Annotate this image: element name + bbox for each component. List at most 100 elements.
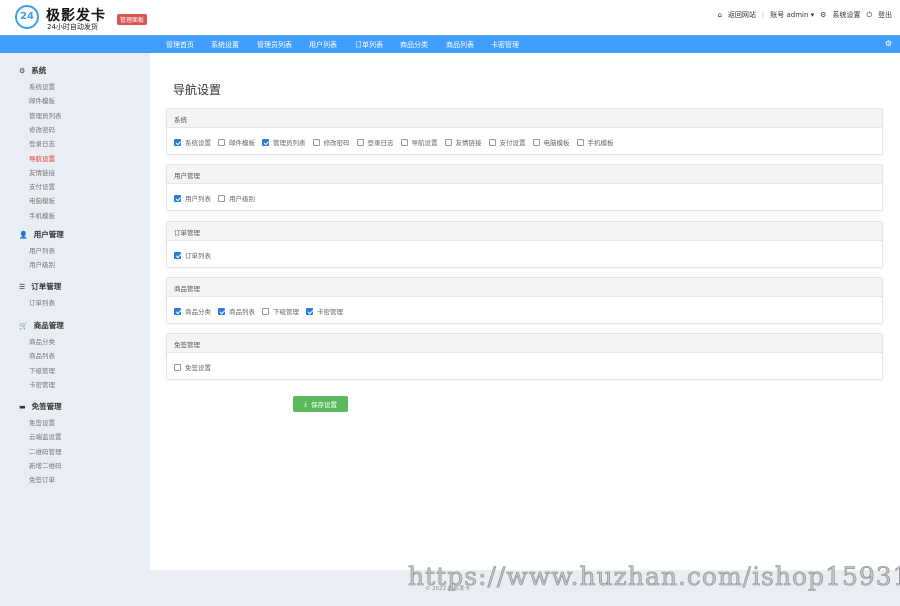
sidebar-item[interactable]: 修改密码: [29, 124, 55, 134]
sidebar-item[interactable]: 云端监设置: [29, 431, 62, 441]
nav-item[interactable]: 订单列表: [355, 40, 383, 50]
sidebar-item[interactable]: 下级管理: [29, 365, 55, 375]
nav-option-checkbox[interactable]: 商品分类: [174, 306, 211, 316]
panel-body: 商品分类 商品列表 下级管理 卡密管理: [167, 297, 882, 325]
checkbox-label: 商品列表: [229, 308, 255, 316]
nav-item[interactable]: 商品列表: [446, 40, 474, 50]
checkbox-label: 修改密码: [323, 139, 350, 147]
sidebar-item[interactable]: 商品分类: [29, 336, 55, 346]
checkbox[interactable]: [174, 194, 181, 202]
panel-body: 系统设置 邮件模板 管理员列表 修改密码 登录日志 导航设置 友情链接 支付设置 电脑模板 手机模…: [167, 128, 882, 156]
checkbox[interactable]: [356, 138, 364, 146]
settings-panel: 免签管理 免签设置: [166, 333, 883, 380]
sidebar-item[interactable]: 导航设置: [29, 153, 55, 163]
settings-link[interactable]: 系统设置: [832, 10, 860, 20]
checkbox-label: 友情链接: [455, 139, 482, 147]
nav-option-checkbox[interactable]: 支付设置: [488, 137, 526, 147]
nav-item[interactable]: 卡密管理: [491, 40, 519, 50]
sidebar-item[interactable]: 免签设置: [29, 417, 55, 427]
sidebar-item[interactable]: 登录日志: [29, 138, 55, 148]
nav-option-checkbox[interactable]: 邮件模板: [218, 137, 255, 147]
sidebar-item[interactable]: 二维码管理: [29, 446, 62, 456]
nav-option-checkbox[interactable]: 系统设置: [174, 137, 211, 147]
gear-icon[interactable]: ⚙: [885, 39, 892, 48]
sidebar-item[interactable]: 新增二维码: [29, 460, 62, 470]
nav-option-checkbox[interactable]: 订单列表: [174, 250, 211, 260]
checkbox[interactable]: [218, 307, 225, 315]
save-button[interactable]: ⤓ 保存设置: [293, 396, 348, 412]
checkbox[interactable]: [174, 138, 181, 146]
nav-option-checkbox[interactable]: 导航设置: [400, 137, 438, 147]
checkbox[interactable]: [218, 138, 225, 146]
checkbox-label: 登录日志: [367, 139, 394, 147]
sidebar-item[interactable]: 系统设置: [29, 81, 55, 91]
checkbox[interactable]: [262, 307, 269, 315]
sidebar-item[interactable]: 免签订单: [29, 474, 55, 484]
account-dropdown[interactable]: 账号 admin ▾: [770, 10, 814, 20]
checkbox[interactable]: [532, 138, 540, 146]
sidebar-item[interactable]: 友情链接: [29, 167, 55, 177]
nav-item[interactable]: 用户列表: [309, 40, 337, 50]
checkbox-label: 商品分类: [185, 308, 211, 316]
nav-option-checkbox[interactable]: 修改密码: [312, 137, 350, 147]
nav-item[interactable]: 管理首页: [166, 40, 194, 50]
brand-slogan: 24小时自动发货: [47, 23, 98, 31]
panel-title: 系统: [167, 109, 882, 128]
gear-icon: ⚙: [19, 66, 26, 75]
nav-option-checkbox[interactable]: 管理员列表: [262, 137, 306, 147]
nav-option-checkbox[interactable]: 用户列表: [174, 193, 211, 203]
nav-option-checkbox[interactable]: 下级管理: [262, 306, 299, 316]
return-site-link[interactable]: 返回网站: [728, 10, 756, 20]
checkbox[interactable]: [174, 251, 181, 259]
gear-icon: ⚙: [820, 11, 827, 19]
nav-option-checkbox[interactable]: 登录日志: [356, 137, 394, 147]
nav-option-checkbox[interactable]: 手机模板: [576, 137, 614, 147]
sidebar-group: ☰ 订单管理: [19, 281, 61, 292]
checkbox[interactable]: [488, 138, 496, 146]
sidebar: ⚙ 系统系统设置邮件模板管理员列表修改密码登录日志导航设置友情链接支付设置电脑模板…: [0, 53, 150, 570]
checkbox-label: 订单列表: [185, 252, 211, 260]
checkbox[interactable]: [306, 307, 313, 315]
checkbox-label: 卡密管理: [317, 308, 343, 316]
sidebar-item[interactable]: 商品列表: [29, 350, 55, 360]
nav-option-checkbox[interactable]: 卡密管理: [306, 306, 343, 316]
sidebar-item[interactable]: 支付设置: [29, 181, 55, 191]
checkbox[interactable]: [218, 194, 225, 202]
nav-option-checkbox[interactable]: 用户级别: [218, 193, 255, 203]
checkbox-label: 邮件模板: [229, 139, 255, 147]
checkbox-label: 免签设置: [185, 364, 211, 372]
settings-panel: 订单管理订单列表: [166, 221, 883, 268]
sidebar-item[interactable]: 电脑模板: [29, 195, 55, 205]
nav-option-checkbox[interactable]: 友情链接: [444, 137, 482, 147]
sidebar-item[interactable]: 邮件模板: [29, 95, 55, 105]
checkbox[interactable]: [400, 138, 408, 146]
checkbox[interactable]: [312, 138, 320, 146]
nav-item[interactable]: 商品分类: [400, 40, 428, 50]
checkbox[interactable]: [576, 138, 584, 146]
top-nav: 管理首页 系统设置 管理员列表 用户列表 订单列表 商品分类 商品列表 卡密管理…: [0, 35, 900, 53]
sidebar-item[interactable]: 卡密管理: [29, 379, 55, 389]
nav-option-checkbox[interactable]: 商品列表: [218, 306, 255, 316]
nav-item[interactable]: 系统设置: [211, 40, 239, 50]
sidebar-item[interactable]: 手机模板: [29, 210, 55, 220]
sidebar-group-title: 系统: [31, 66, 47, 75]
sidebar-group-title: 商品管理: [33, 321, 64, 330]
checkbox[interactable]: [174, 363, 181, 371]
logo-icon: 24: [15, 5, 39, 29]
sidebar-item[interactable]: 用户列表: [29, 245, 55, 255]
panel-body: 免签设置: [167, 353, 882, 381]
nav-option-checkbox[interactable]: 电脑模板: [532, 137, 570, 147]
nav-option-checkbox[interactable]: 免签设置: [174, 362, 211, 372]
checkbox[interactable]: [444, 138, 452, 146]
checkbox[interactable]: [262, 138, 269, 146]
panel-title: 订单管理: [167, 222, 882, 241]
logout-link[interactable]: 登出: [878, 10, 892, 20]
main-content: 导航设置 系统 系统设置 邮件模板 管理员列表 修改密码 登录日志 导航设置 友情链接 支付设置…: [150, 53, 900, 570]
checkbox-label: 系统设置: [185, 139, 211, 147]
sidebar-item[interactable]: 订单列表: [29, 297, 55, 307]
sidebar-item[interactable]: 用户级别: [29, 259, 55, 269]
nav-item[interactable]: 管理员列表: [257, 40, 292, 50]
sidebar-group-title: 用户管理: [33, 230, 64, 239]
checkbox[interactable]: [174, 307, 181, 315]
sidebar-item[interactable]: 管理员列表: [29, 110, 62, 120]
